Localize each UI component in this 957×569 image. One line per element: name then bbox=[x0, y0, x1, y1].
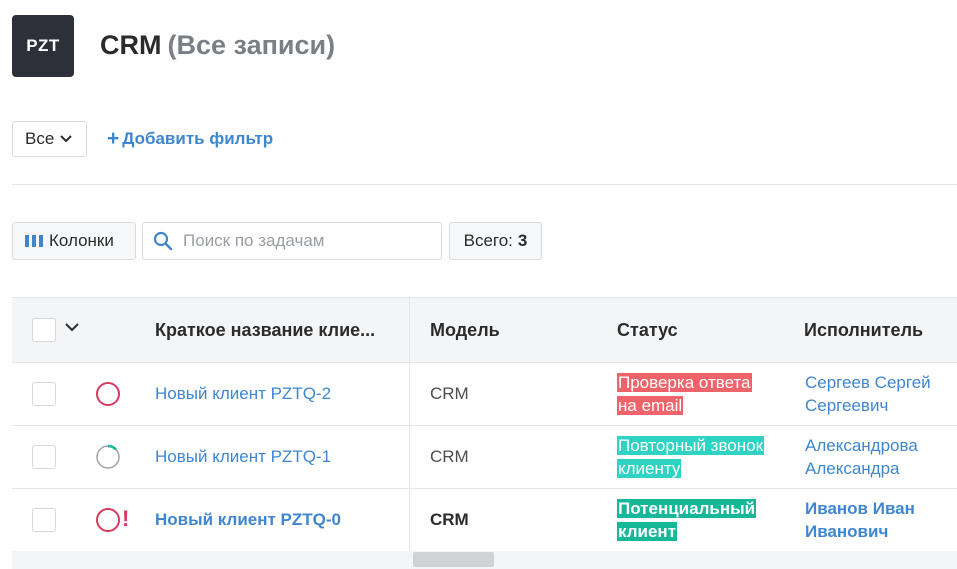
row-checkbox[interactable] bbox=[32, 508, 56, 532]
table-row[interactable]: Новый клиент PZTQ-2 CRM Проверка ответа … bbox=[12, 363, 957, 426]
urgent-icon: ! bbox=[122, 506, 130, 531]
search-icon bbox=[153, 231, 173, 251]
circle-progress-icon bbox=[95, 444, 121, 470]
frozen-column-divider bbox=[409, 298, 410, 551]
columns-button-label: Колонки bbox=[49, 231, 114, 250]
select-all-checkbox[interactable] bbox=[32, 318, 56, 342]
row-checkbox[interactable] bbox=[32, 445, 56, 469]
status-badge[interactable]: Повторный звонок клиенту bbox=[617, 434, 767, 480]
column-header-name[interactable]: Краткое название клие... bbox=[155, 298, 375, 362]
task-name-link[interactable]: Новый клиент PZTQ-2 bbox=[155, 384, 331, 404]
total-value: 3 bbox=[517, 231, 528, 250]
columns-button[interactable]: Колонки bbox=[12, 222, 136, 260]
chevron-down-icon bbox=[60, 135, 73, 143]
status-label: Потенциальный клиент bbox=[617, 499, 757, 541]
table-row[interactable]: Новый клиент PZTQ-1 CRM Повторный звонок… bbox=[12, 426, 957, 489]
add-filter-label: Добавить фильтр bbox=[122, 128, 274, 148]
plus-icon: + bbox=[107, 127, 120, 150]
status-label: Повторный звонок клиенту bbox=[617, 436, 765, 478]
status-badge[interactable]: Потенциальный клиент bbox=[617, 497, 767, 543]
divider bbox=[12, 184, 957, 185]
table-header: Краткое название клие... Модель Статус И… bbox=[12, 298, 957, 363]
assignee-link[interactable]: Александрова Александра bbox=[805, 434, 955, 480]
assignee-link[interactable]: Иванов Иван Иванович bbox=[805, 497, 955, 543]
status-label: Проверка ответа на email bbox=[617, 373, 752, 415]
chevron-down-icon[interactable] bbox=[65, 323, 79, 332]
add-filter-link[interactable]: + Добавить фильтр bbox=[107, 128, 273, 149]
column-header-status[interactable]: Статус bbox=[617, 298, 678, 362]
page-title-subtitle: (Все записи) bbox=[167, 30, 336, 60]
scrollbar-thumb[interactable] bbox=[413, 552, 494, 567]
task-name-link[interactable]: Новый клиент PZTQ-1 bbox=[155, 447, 331, 467]
columns-icon bbox=[25, 234, 43, 248]
assignee-link[interactable]: Сергеев Сергей Сергеевич bbox=[805, 371, 955, 417]
row-checkbox[interactable] bbox=[32, 382, 56, 406]
search-input[interactable] bbox=[181, 230, 425, 252]
tasks-table: Краткое название клие... Модель Статус И… bbox=[12, 297, 957, 569]
table-row[interactable]: ! Новый клиент PZTQ-0 CRM Потенциальный … bbox=[12, 489, 957, 552]
column-header-assignee[interactable]: Исполнитель bbox=[804, 298, 923, 362]
model-cell: CRM bbox=[430, 447, 469, 466]
task-name-link[interactable]: Новый клиент PZTQ-0 bbox=[155, 510, 341, 530]
page-title: CRM (Все записи) bbox=[100, 30, 335, 61]
page-title-main: CRM bbox=[100, 30, 162, 60]
model-cell: CRM bbox=[430, 384, 469, 403]
status-badge[interactable]: Проверка ответа на email bbox=[617, 371, 767, 417]
total-label: Всего: bbox=[463, 231, 513, 250]
model-cell: CRM bbox=[430, 510, 469, 529]
search-box[interactable] bbox=[142, 222, 442, 260]
total-count: Всего: 3 bbox=[449, 222, 542, 260]
circle-empty-icon bbox=[95, 507, 121, 533]
column-header-model[interactable]: Модель bbox=[430, 298, 500, 362]
logo[interactable]: PZT bbox=[12, 15, 74, 77]
circle-empty-icon bbox=[95, 381, 121, 407]
view-filter-select[interactable]: Все bbox=[12, 121, 87, 157]
view-filter-value: Все bbox=[25, 129, 55, 148]
